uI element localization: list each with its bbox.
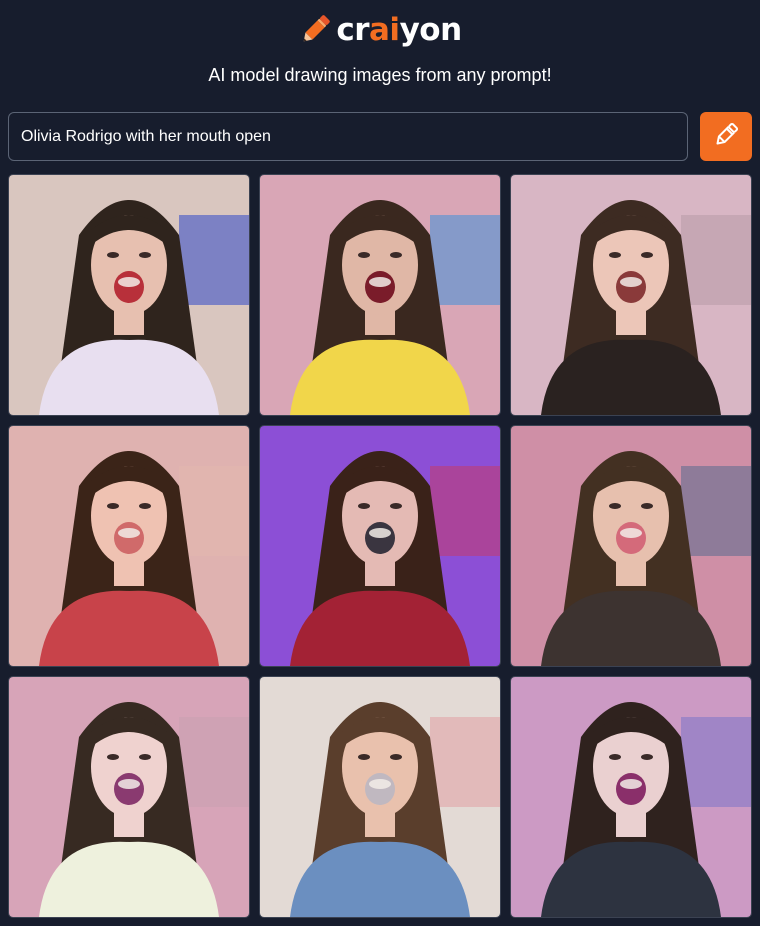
portrait-illustration bbox=[9, 426, 249, 666]
result-image[interactable] bbox=[259, 425, 501, 667]
result-image[interactable] bbox=[8, 676, 250, 918]
portrait-illustration bbox=[511, 677, 751, 917]
result-image[interactable] bbox=[510, 174, 752, 416]
logo-wordmark: craiyon bbox=[336, 11, 463, 48]
result-image[interactable] bbox=[510, 425, 752, 667]
pencil-icon bbox=[298, 12, 332, 48]
portrait-illustration bbox=[260, 677, 500, 917]
prompt-input[interactable] bbox=[8, 112, 688, 161]
draw-button[interactable] bbox=[700, 112, 752, 161]
result-image[interactable] bbox=[8, 174, 250, 416]
pencil-icon bbox=[712, 121, 740, 152]
portrait-illustration bbox=[511, 175, 751, 415]
tagline: AI model drawing images from any prompt! bbox=[208, 65, 552, 85]
logo-accent: ai bbox=[369, 11, 400, 48]
craiyon-page: craiyon AI model drawing images from any… bbox=[0, 0, 760, 926]
portrait-illustration bbox=[9, 175, 249, 415]
logo-prefix: cr bbox=[336, 11, 370, 48]
logo-suffix: yon bbox=[399, 11, 463, 48]
portrait-illustration bbox=[260, 426, 500, 666]
logo[interactable]: craiyon bbox=[0, 10, 760, 50]
result-image[interactable] bbox=[259, 676, 501, 918]
result-image[interactable] bbox=[8, 425, 250, 667]
image-grid bbox=[8, 174, 752, 918]
portrait-illustration bbox=[260, 175, 500, 415]
result-image[interactable] bbox=[259, 174, 501, 416]
logo-inner: craiyon bbox=[298, 11, 463, 48]
result-image[interactable] bbox=[510, 676, 752, 918]
portrait-illustration bbox=[511, 426, 751, 666]
portrait-illustration bbox=[9, 677, 249, 917]
